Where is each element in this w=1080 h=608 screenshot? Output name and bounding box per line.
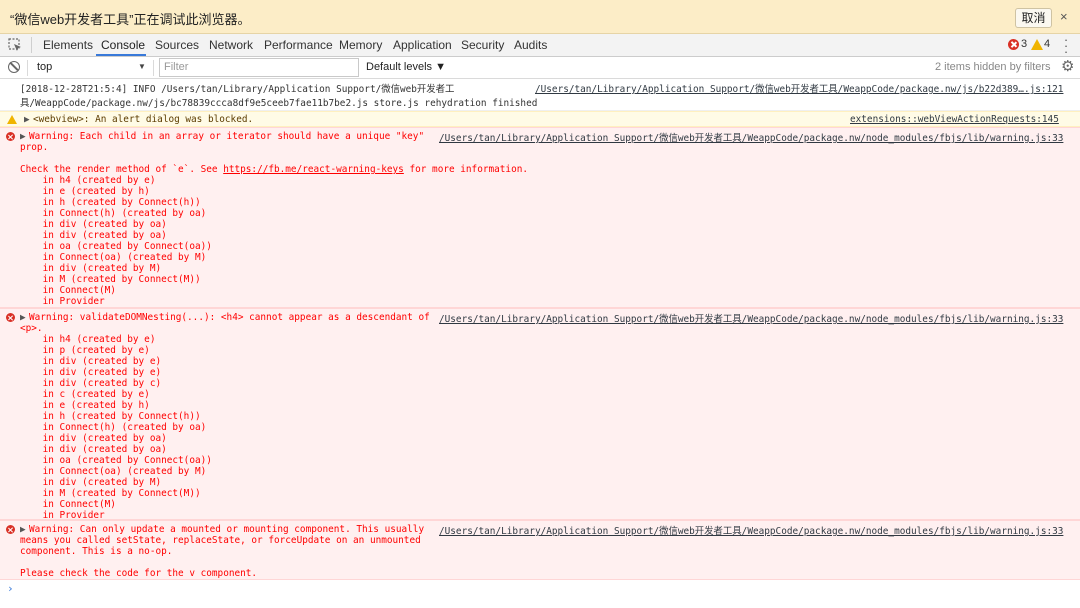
inspect-element-icon[interactable] xyxy=(8,38,22,52)
message-text: Check the render method of `e`. See http… xyxy=(20,164,529,175)
stack-frame: in M (created by Connect(M)) xyxy=(20,488,201,499)
stack-trace: in h4 (created by e) in p (created by e)… xyxy=(20,334,212,521)
stack-frame: in h (created by Connect(h)) xyxy=(20,197,201,208)
message-text: <webview>: An alert dialog was blocked. xyxy=(33,114,254,125)
source-link[interactable]: extensions::webViewActionRequests:145 xyxy=(850,114,1059,125)
tab-audits[interactable]: Audits xyxy=(514,38,547,52)
tab-console[interactable]: Console xyxy=(101,38,145,52)
error-icon xyxy=(6,132,15,141)
gear-icon[interactable]: ⚙ xyxy=(1061,59,1074,75)
message-text: component. This is a no-op. xyxy=(20,546,173,557)
message-text: prop. xyxy=(20,142,49,153)
expand-triangle-icon[interactable]: ▶ xyxy=(20,312,26,323)
message-text: 具/WeappCode/package.nw/js/bc78839ccca8df… xyxy=(20,98,538,109)
debugging-banner: “微信web开发者工具”正在调试此浏览器。 取消 × xyxy=(0,0,1080,34)
stack-frame: in p (created by e) xyxy=(20,345,150,356)
console-filterbar: top ▼ Filter Default levels ▼ 2 items hi… xyxy=(0,57,1080,79)
stack-frame: in div (created by c) xyxy=(20,378,162,389)
warning-icon xyxy=(7,115,17,124)
message-text: <p>. xyxy=(20,323,43,334)
message-text: Warning: Each child in an array or itera… xyxy=(29,131,425,142)
stack-frame: in Provider xyxy=(20,296,105,307)
stack-frame: in div (created by e) xyxy=(20,367,162,378)
banner-message: “微信web开发者工具”正在调试此浏览器。 xyxy=(10,12,251,27)
stack-trace: in h4 (created by e) in e (created by h)… xyxy=(20,175,212,307)
expand-triangle-icon[interactable]: ▶ xyxy=(20,524,26,535)
console-message-error[interactable]: ▶ Warning: validateDOMNesting(...): <h4>… xyxy=(0,308,1080,521)
stack-frame: in Connect(h) (created by oa) xyxy=(20,422,207,433)
tab-elements[interactable]: Elements xyxy=(43,38,93,52)
devtools-tabbar: Elements Console Sources Network Perform… xyxy=(0,33,1080,58)
console-message-warning[interactable]: ▶ <webview>: An alert dialog was blocked… xyxy=(0,111,1080,127)
close-icon[interactable]: × xyxy=(1060,9,1068,24)
message-text: Warning: validateDOMNesting(...): <h4> c… xyxy=(29,312,430,323)
source-link[interactable]: /Users/tan/Library/Application Support/微… xyxy=(535,84,1063,95)
filterbar-separator xyxy=(27,60,28,76)
stack-frame: in e (created by h) xyxy=(20,400,150,411)
stack-frame: in div (created by oa) xyxy=(20,444,167,455)
tab-separator xyxy=(31,37,32,53)
stack-frame: in oa (created by Connect(oa)) xyxy=(20,241,212,252)
tab-application[interactable]: Application xyxy=(393,38,452,52)
error-count-icon[interactable] xyxy=(1008,39,1019,50)
stack-frame: in Connect(M) xyxy=(20,285,116,296)
react-keys-link[interactable]: https://fb.me/react-warning-keys xyxy=(223,164,404,175)
error-count[interactable]: 3 xyxy=(1021,38,1027,50)
error-icon xyxy=(6,525,15,534)
tab-performance[interactable]: Performance xyxy=(264,38,333,52)
message-text: [2018-12-28T21:5:4] INFO /Users/tan/Libr… xyxy=(20,84,455,95)
stack-frame: in Connect(oa) (created by M) xyxy=(20,252,207,263)
warning-count-icon[interactable] xyxy=(1031,39,1043,50)
expand-triangle-icon[interactable]: ▶ xyxy=(20,131,26,142)
tab-network[interactable]: Network xyxy=(209,38,253,52)
log-levels-dropdown[interactable]: Default levels ▼ xyxy=(366,61,446,73)
stack-frame: in div (created by M) xyxy=(20,477,162,488)
source-link[interactable]: /Users/tan/Library/Application Support/微… xyxy=(439,314,1063,325)
console-messages: [2018-12-28T21:5:4] INFO /Users/tan/Libr… xyxy=(0,80,1080,608)
stack-frame: in div (created by M) xyxy=(20,263,162,274)
stack-frame: in div (created by oa) xyxy=(20,230,167,241)
console-message-info[interactable]: [2018-12-28T21:5:4] INFO /Users/tan/Libr… xyxy=(0,80,1080,111)
error-icon xyxy=(6,313,15,322)
chevron-down-icon[interactable]: ▼ xyxy=(138,62,146,71)
stack-frame: in h4 (created by e) xyxy=(20,175,156,186)
stack-frame: in M (created by Connect(M)) xyxy=(20,274,201,285)
tab-sources[interactable]: Sources xyxy=(155,38,199,52)
stack-frame: in Connect(h) (created by oa) xyxy=(20,208,207,219)
source-link[interactable]: /Users/tan/Library/Application Support/微… xyxy=(439,133,1063,144)
stack-frame: in div (created by oa) xyxy=(20,219,167,230)
clear-console-icon[interactable] xyxy=(8,61,20,73)
expand-triangle-icon[interactable]: ▶ xyxy=(24,114,30,125)
tab-memory[interactable]: Memory xyxy=(339,38,382,52)
tab-security[interactable]: Security xyxy=(461,38,504,52)
stack-frame: in e (created by h) xyxy=(20,186,150,197)
stack-frame: in Connect(oa) (created by M) xyxy=(20,466,207,477)
hidden-items-note: 2 items hidden by filters xyxy=(935,61,1051,73)
filterbar-separator xyxy=(153,60,154,76)
message-text: Please check the code for the v componen… xyxy=(20,568,258,579)
stack-frame: in c (created by e) xyxy=(20,389,150,400)
message-text: means you called setState, replaceState,… xyxy=(20,535,421,546)
source-link[interactable]: /Users/tan/Library/Application Support/微… xyxy=(439,526,1063,537)
cancel-button[interactable]: 取消 xyxy=(1015,8,1052,28)
console-message-error[interactable]: ▶ Warning: Can only update a mounted or … xyxy=(0,520,1080,580)
context-selector[interactable]: top xyxy=(30,58,150,77)
warning-count[interactable]: 4 xyxy=(1044,38,1050,50)
stack-frame: in div (created by e) xyxy=(20,356,162,367)
console-prompt-icon[interactable]: › xyxy=(7,582,14,595)
message-text: Warning: Can only update a mounted or mo… xyxy=(29,524,425,535)
console-message-error[interactable]: ▶ Warning: Each child in an array or ite… xyxy=(0,127,1080,308)
stack-frame: in Connect(M) xyxy=(20,499,116,510)
stack-frame: in div (created by oa) xyxy=(20,433,167,444)
stack-frame: in h (created by Connect(h)) xyxy=(20,411,201,422)
filter-input[interactable]: Filter xyxy=(159,58,359,77)
stack-frame: in oa (created by Connect(oa)) xyxy=(20,455,212,466)
stack-frame: in h4 (created by e) xyxy=(20,334,156,345)
active-tab-indicator xyxy=(96,54,146,56)
more-options-icon[interactable]: · · · xyxy=(1063,33,1069,58)
